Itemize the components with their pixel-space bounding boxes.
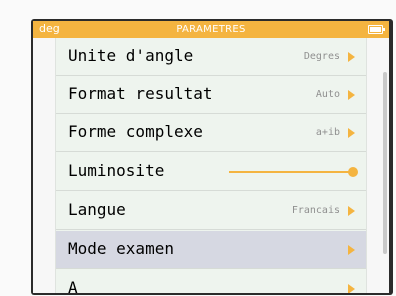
arrow-right-icon	[348, 128, 355, 138]
menu-item-label: Luminosite	[68, 161, 165, 180]
slider-track	[229, 171, 353, 173]
arrow-right-icon	[348, 284, 355, 293]
menu-item-label: Forme complexe	[68, 122, 203, 141]
menu-item-mode-examen[interactable]: Mode examen	[56, 231, 366, 269]
menu-item-value: Auto	[315, 89, 340, 100]
menu-item-forme-complexe[interactable]: Forme complexe a+ib	[56, 114, 366, 152]
arrow-right-icon	[348, 52, 355, 62]
scrollbar[interactable]	[383, 72, 387, 254]
calculator-frame: deg PARAMETRES Unite d'angle Degres Form…	[31, 19, 393, 295]
brightness-slider[interactable]	[229, 166, 359, 178]
status-bar: deg PARAMETRES	[33, 21, 389, 38]
calculator-screen: deg PARAMETRES Unite d'angle Degres Form…	[33, 21, 389, 293]
menu-item-value: a+ib	[315, 127, 340, 138]
menu-item-a-propos[interactable]: A	[56, 270, 366, 293]
menu-item-langue[interactable]: Langue Francais	[56, 192, 366, 230]
battery-icon	[368, 25, 385, 34]
menu-item-label: Format resultat	[68, 84, 213, 103]
menu-item-label: A	[68, 278, 78, 293]
menu-item-luminosite[interactable]: Luminosite	[56, 153, 366, 191]
arrow-right-icon	[348, 245, 355, 255]
menu-item-value: Degres	[303, 51, 340, 62]
page-title: PARAMETRES	[176, 24, 246, 35]
slider-knob[interactable]	[348, 167, 358, 177]
menu-item-value: Francais	[291, 205, 340, 216]
menu-item-label: Unite d'angle	[68, 46, 194, 65]
menu-item-unite-angle[interactable]: Unite d'angle Degres	[56, 38, 366, 76]
left-margin	[33, 38, 55, 293]
menu-item-label: Langue	[68, 200, 126, 219]
settings-menu: Unite d'angle Degres Format resultat Aut…	[55, 38, 367, 293]
menu-item-label: Mode examen	[68, 239, 174, 258]
arrow-right-icon	[348, 90, 355, 100]
arrow-right-icon	[348, 206, 355, 216]
menu-item-format-resultat[interactable]: Format resultat Auto	[56, 76, 366, 114]
